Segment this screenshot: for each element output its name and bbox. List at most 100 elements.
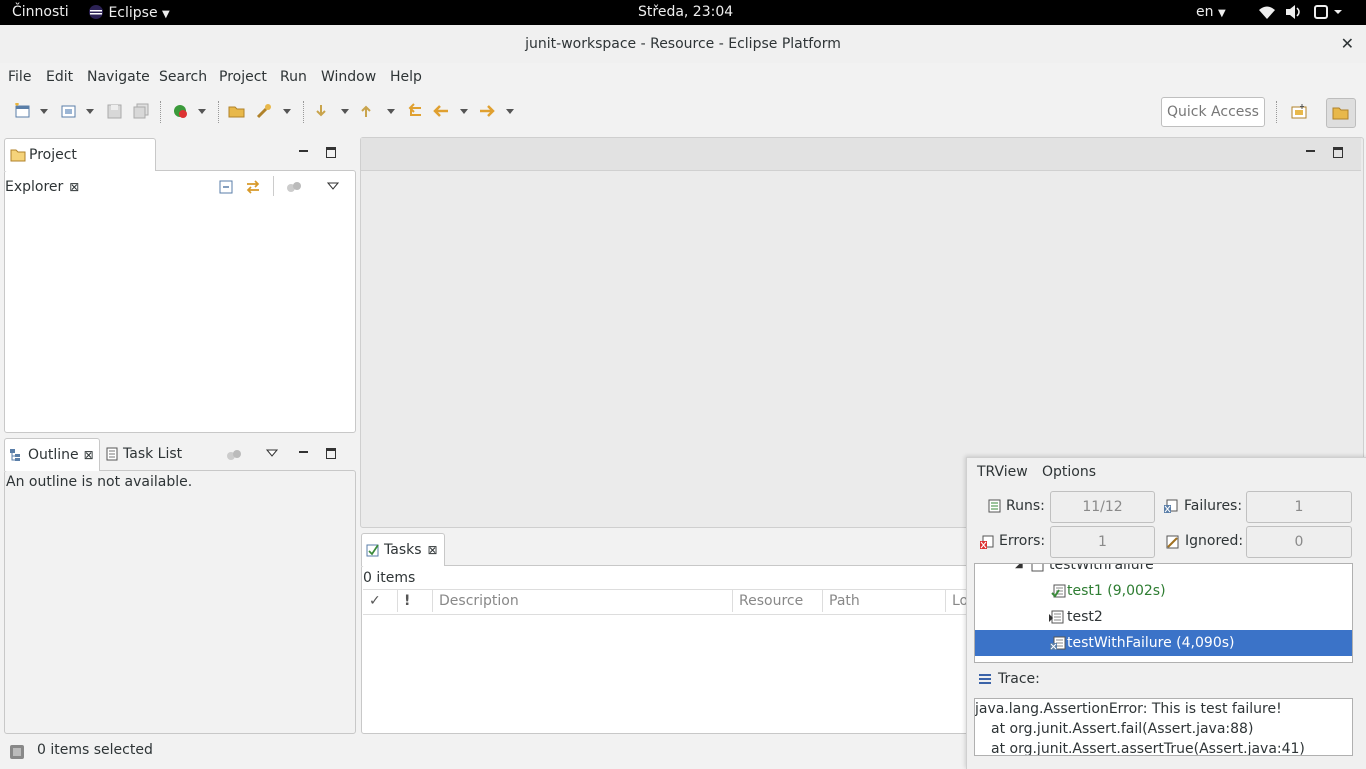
- resource-perspective-button[interactable]: [1326, 98, 1356, 128]
- previous-annotation-dropdown-icon[interactable]: [387, 109, 395, 114]
- tree-node-test1[interactable]: test1 (9,002s): [975, 578, 1352, 604]
- project-explorer-icon: [10, 149, 26, 162]
- maximize-icon[interactable]: [326, 448, 336, 459]
- menu-file[interactable]: File: [8, 69, 31, 85]
- minimize-icon[interactable]: [1306, 150, 1315, 152]
- eclipse-icon: [89, 5, 103, 19]
- back-icon[interactable]: [433, 103, 451, 119]
- tree-node-label: test2: [1067, 609, 1103, 625]
- gnome-top-bar: Činnosti Eclipse ▼ Středa, 23:04 en ▼: [0, 0, 1366, 25]
- clock[interactable]: Středa, 23:04: [638, 4, 733, 20]
- trace-text-area[interactable]: java.lang.AssertionError: This is test f…: [974, 698, 1353, 756]
- project-explorer-panel: [4, 170, 356, 433]
- tab-task-list[interactable]: Task List: [106, 446, 182, 462]
- test-suite-icon: [1031, 564, 1044, 572]
- focus-task-icon[interactable]: [286, 180, 302, 194]
- maximize-icon[interactable]: [326, 147, 336, 158]
- minimize-icon[interactable]: [299, 150, 308, 152]
- link-with-editor-icon[interactable]: [245, 179, 261, 195]
- open-folder-icon[interactable]: [228, 103, 246, 119]
- run-dropdown-icon[interactable]: [198, 109, 206, 114]
- next-annotation-dropdown-icon[interactable]: [341, 109, 349, 114]
- column-resource[interactable]: Resource: [733, 590, 823, 612]
- activities-button[interactable]: Činnosti: [12, 4, 69, 20]
- forward-dropdown-icon[interactable]: [506, 109, 514, 114]
- back-dropdown-icon[interactable]: [460, 109, 468, 114]
- failures-icon: [1164, 499, 1178, 513]
- system-menu-icon[interactable]: [1314, 4, 1344, 24]
- minimize-icon[interactable]: [299, 451, 308, 453]
- app-menu[interactable]: Eclipse ▼: [88, 4, 170, 21]
- wifi-icon[interactable]: [1258, 5, 1276, 23]
- menu-help[interactable]: Help: [390, 69, 422, 85]
- save-icon[interactable]: [106, 103, 124, 119]
- trace-line: java.lang.AssertionError: This is test f…: [975, 701, 1282, 717]
- outline-icon: [10, 449, 20, 461]
- maximize-icon[interactable]: [1333, 147, 1343, 158]
- window-title-bar: junit-workspace - Resource - Eclipse Pla…: [0, 25, 1366, 64]
- view-menu-icon[interactable]: [327, 181, 339, 191]
- save-all-icon[interactable]: [133, 103, 151, 119]
- view-menu-icon[interactable]: [266, 448, 278, 458]
- trace-line: at org.junit.Assert.assertTrue(Assert.ja…: [991, 741, 1305, 756]
- runs-field: 11/12: [1050, 491, 1155, 523]
- quick-access-field[interactable]: Quick Access: [1161, 97, 1265, 127]
- column-path[interactable]: Path: [823, 590, 946, 612]
- close-tab-icon[interactable]: ⊠: [84, 448, 94, 462]
- search-icon[interactable]: [256, 103, 274, 119]
- tree-node-label: testWithFailure (4,090s): [1067, 635, 1235, 651]
- menu-edit[interactable]: Edit: [46, 69, 73, 85]
- column-description[interactable]: Description: [433, 590, 733, 612]
- tab-label: Outline: [28, 447, 79, 463]
- tree-node-testwithfailure[interactable]: testWithFailure (4,090s): [975, 630, 1352, 656]
- expand-arrow-icon[interactable]: ◢: [1015, 564, 1023, 578]
- app-name: Eclipse: [108, 5, 158, 21]
- new-wizard-icon[interactable]: [60, 103, 78, 119]
- column-priority[interactable]: !: [398, 590, 433, 612]
- close-tab-icon[interactable]: ⊠: [428, 543, 438, 557]
- close-tab-icon[interactable]: ⊠: [69, 180, 79, 194]
- tab-label: Task List: [123, 446, 183, 462]
- menu-run[interactable]: Run: [280, 69, 307, 85]
- fast-view-icon[interactable]: [9, 744, 25, 760]
- test-passed-icon: [1051, 584, 1066, 598]
- tab-outline[interactable]: Outline ⊠: [4, 438, 100, 471]
- errors-icon: [980, 535, 994, 549]
- language-indicator[interactable]: en ▼: [1196, 4, 1226, 20]
- last-edit-location-icon[interactable]: [406, 103, 424, 119]
- trace-menu-icon[interactable]: [978, 673, 992, 685]
- close-window-icon[interactable]: ✕: [1341, 34, 1354, 53]
- column-completed[interactable]: ✓: [363, 590, 398, 612]
- new-dropdown-icon[interactable]: [40, 109, 48, 114]
- forward-icon[interactable]: [479, 103, 497, 119]
- tree-node-parent[interactable]: ◢ testWithFailure: [975, 564, 1352, 578]
- previous-annotation-icon[interactable]: [358, 103, 376, 119]
- status-text: 0 items selected: [37, 742, 153, 758]
- open-perspective-icon[interactable]: [1291, 104, 1309, 120]
- tab-label: Tasks: [384, 542, 422, 558]
- runs-label: Runs:: [1006, 498, 1045, 514]
- volume-icon[interactable]: [1285, 5, 1303, 23]
- trace-label: Trace:: [998, 671, 1040, 687]
- collapse-all-icon[interactable]: [219, 180, 234, 194]
- menu-search[interactable]: Search: [159, 69, 207, 85]
- run-debug-icon[interactable]: [172, 103, 190, 119]
- tab-project-explorer[interactable]: Project Explorer ⊠: [4, 138, 156, 195]
- junit-menu-options[interactable]: Options: [1042, 464, 1096, 480]
- junit-menu-trview[interactable]: TRView: [977, 464, 1028, 480]
- test-running-icon: [1049, 610, 1064, 624]
- next-annotation-icon[interactable]: [313, 103, 331, 119]
- search-dropdown-icon[interactable]: [283, 109, 291, 114]
- new-icon[interactable]: [14, 103, 32, 119]
- tab-tasks[interactable]: Tasks ⊠: [361, 533, 445, 566]
- menu-navigate[interactable]: Navigate: [87, 69, 150, 85]
- failures-field: 1: [1246, 491, 1352, 523]
- menu-window[interactable]: Window: [321, 69, 376, 85]
- chevron-down-icon: ▼: [162, 9, 170, 20]
- focus-task-icon[interactable]: [226, 448, 242, 462]
- tree-node-test2[interactable]: test2: [975, 604, 1352, 630]
- trace-line: at org.junit.Assert.fail(Assert.java:88): [991, 721, 1254, 737]
- menu-project[interactable]: Project: [219, 69, 267, 85]
- test-tree: ◢ testWithFailure test1 (9,002s) test2 t…: [974, 563, 1353, 663]
- new-wizard-dropdown-icon[interactable]: [86, 109, 94, 114]
